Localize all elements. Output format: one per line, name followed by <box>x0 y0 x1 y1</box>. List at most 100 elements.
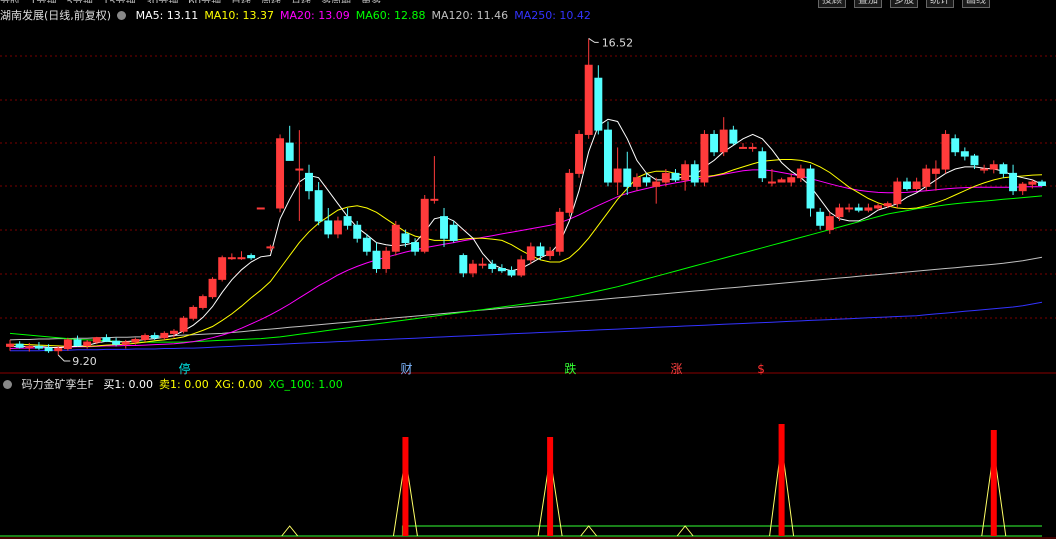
ma60-line <box>9 195 1043 343</box>
candle-body-fill <box>25 346 33 348</box>
candle-body-fill <box>199 296 207 308</box>
ma-label-2: MA20: 13.09 <box>280 9 350 22</box>
candle-body-fill <box>585 65 593 135</box>
candle-body <box>372 250 381 270</box>
candle-body <box>710 133 719 153</box>
candle-body-fill <box>392 225 400 252</box>
candle-body-fill <box>527 246 535 260</box>
candle-body <box>758 151 767 179</box>
candle-body-fill <box>700 134 708 183</box>
candle-body <box>285 142 294 161</box>
ma-label-3: MA60: 12.88 <box>355 9 426 22</box>
candle-body-fill <box>276 138 284 208</box>
candle-body-fill <box>6 344 14 347</box>
candle-body <box>353 224 362 239</box>
candle-body <box>671 172 680 181</box>
candle-body <box>324 220 333 235</box>
signal-spike-bar-1 <box>547 437 554 536</box>
candle-body-fill <box>517 259 525 276</box>
candle-body-fill <box>893 182 901 204</box>
candle-body <box>102 337 111 342</box>
candle-body-fill <box>546 251 554 256</box>
candle-body <box>642 177 651 183</box>
indicator-value-0: 买1: 0.00 <box>103 378 154 391</box>
candle-body-fill <box>479 264 487 266</box>
ma-label-5: MA250: 10.42 <box>514 9 591 22</box>
candle-body <box>150 335 159 339</box>
candle-body <box>902 181 911 190</box>
settings-circle-icon[interactable] <box>117 11 127 20</box>
high-price-label: 16.52 <box>602 36 634 49</box>
candle-body <box>1038 181 1046 186</box>
candle-body <box>951 138 960 153</box>
candle-body-fill <box>257 207 265 209</box>
indicator-value-3: XG_100: 1.00 <box>268 378 343 391</box>
indicator-settings-icon[interactable] <box>3 380 12 389</box>
candle-body-fill <box>556 212 564 252</box>
event-marker-3: 涨 <box>670 361 682 376</box>
candle-body-fill <box>421 199 429 252</box>
candle-body <box>604 129 612 183</box>
candle-body-fill <box>662 173 670 183</box>
candle-body-fill <box>565 173 573 213</box>
candle-body <box>488 263 497 270</box>
low-arrow <box>57 354 71 362</box>
ma-label-1: MA10: 13.37 <box>204 9 275 22</box>
ma120-line <box>9 256 1043 341</box>
candle-body <box>507 270 516 276</box>
candle-body-fill <box>93 337 101 343</box>
candle-body-fill <box>787 177 795 183</box>
candle-body-fill <box>835 207 843 217</box>
candle-body-fill <box>189 307 197 319</box>
candle-body-fill <box>228 257 236 259</box>
candle-body-fill <box>54 348 62 351</box>
ma5-line <box>10 118 1043 349</box>
candle-body <box>729 129 738 144</box>
candle-body-fill <box>238 257 245 259</box>
candle-body <box>440 216 448 239</box>
candle-body-fill <box>64 339 72 349</box>
candle-body-fill <box>295 169 303 171</box>
candle-body <box>960 151 969 157</box>
candle-body-fill <box>864 207 872 211</box>
event-marker-0: 停 <box>179 361 191 376</box>
candle-body <box>73 339 82 347</box>
candle-body-fill <box>633 177 641 187</box>
candle-body-fill <box>922 169 930 187</box>
candle-body-fill <box>122 342 130 345</box>
candle-body-fill <box>575 134 583 174</box>
small-signal-0 <box>281 525 299 537</box>
candle-body <box>314 190 323 222</box>
candle-body <box>401 233 410 244</box>
candle-body-fill <box>990 164 998 170</box>
candle-body-fill <box>652 182 660 187</box>
candle-body-fill <box>334 220 342 234</box>
low-price-label: 9.20 <box>72 355 97 368</box>
candle-body-fill <box>932 169 940 174</box>
candle-body-fill <box>845 207 853 209</box>
candle-body <box>15 343 24 348</box>
signal-spike-bar-2 <box>778 424 785 536</box>
indicator-panel-header: 码力金矿孪生F 买1: 0.00 卖1: 0.00 XG: 0.00 XG_100: … <box>0 377 355 393</box>
stock-title: 湖南发展(日线,前复权) <box>0 9 112 22</box>
candle-body <box>112 340 121 345</box>
candle-body-fill <box>160 333 168 338</box>
candle-body-fill <box>83 342 91 346</box>
price-panel-header: 湖南发展(日线,前复权) MA5: 13.11 MA10: 13.37 MA20: … <box>0 8 603 24</box>
candle-body <box>999 164 1008 174</box>
candle-body <box>623 168 632 187</box>
candle-body-fill <box>170 331 178 334</box>
candle-body-fill <box>266 246 274 248</box>
candle-body-fill <box>218 257 226 280</box>
indicator-title: 码力金矿孪生F <box>21 378 94 391</box>
event-marker-1: 财 <box>400 362 412 376</box>
candle-body-fill <box>720 130 728 152</box>
candle-body-fill <box>942 134 950 170</box>
candle-body <box>536 246 545 257</box>
candle-body-fill <box>614 169 622 183</box>
candle-body <box>497 268 506 272</box>
kline-chart[interactable]: 16.52 9.20 停 财 跌 涨 $ <box>0 0 1056 539</box>
candle-body-fill <box>884 203 892 206</box>
candle-body-fill <box>382 251 390 269</box>
candle-body <box>305 172 313 192</box>
